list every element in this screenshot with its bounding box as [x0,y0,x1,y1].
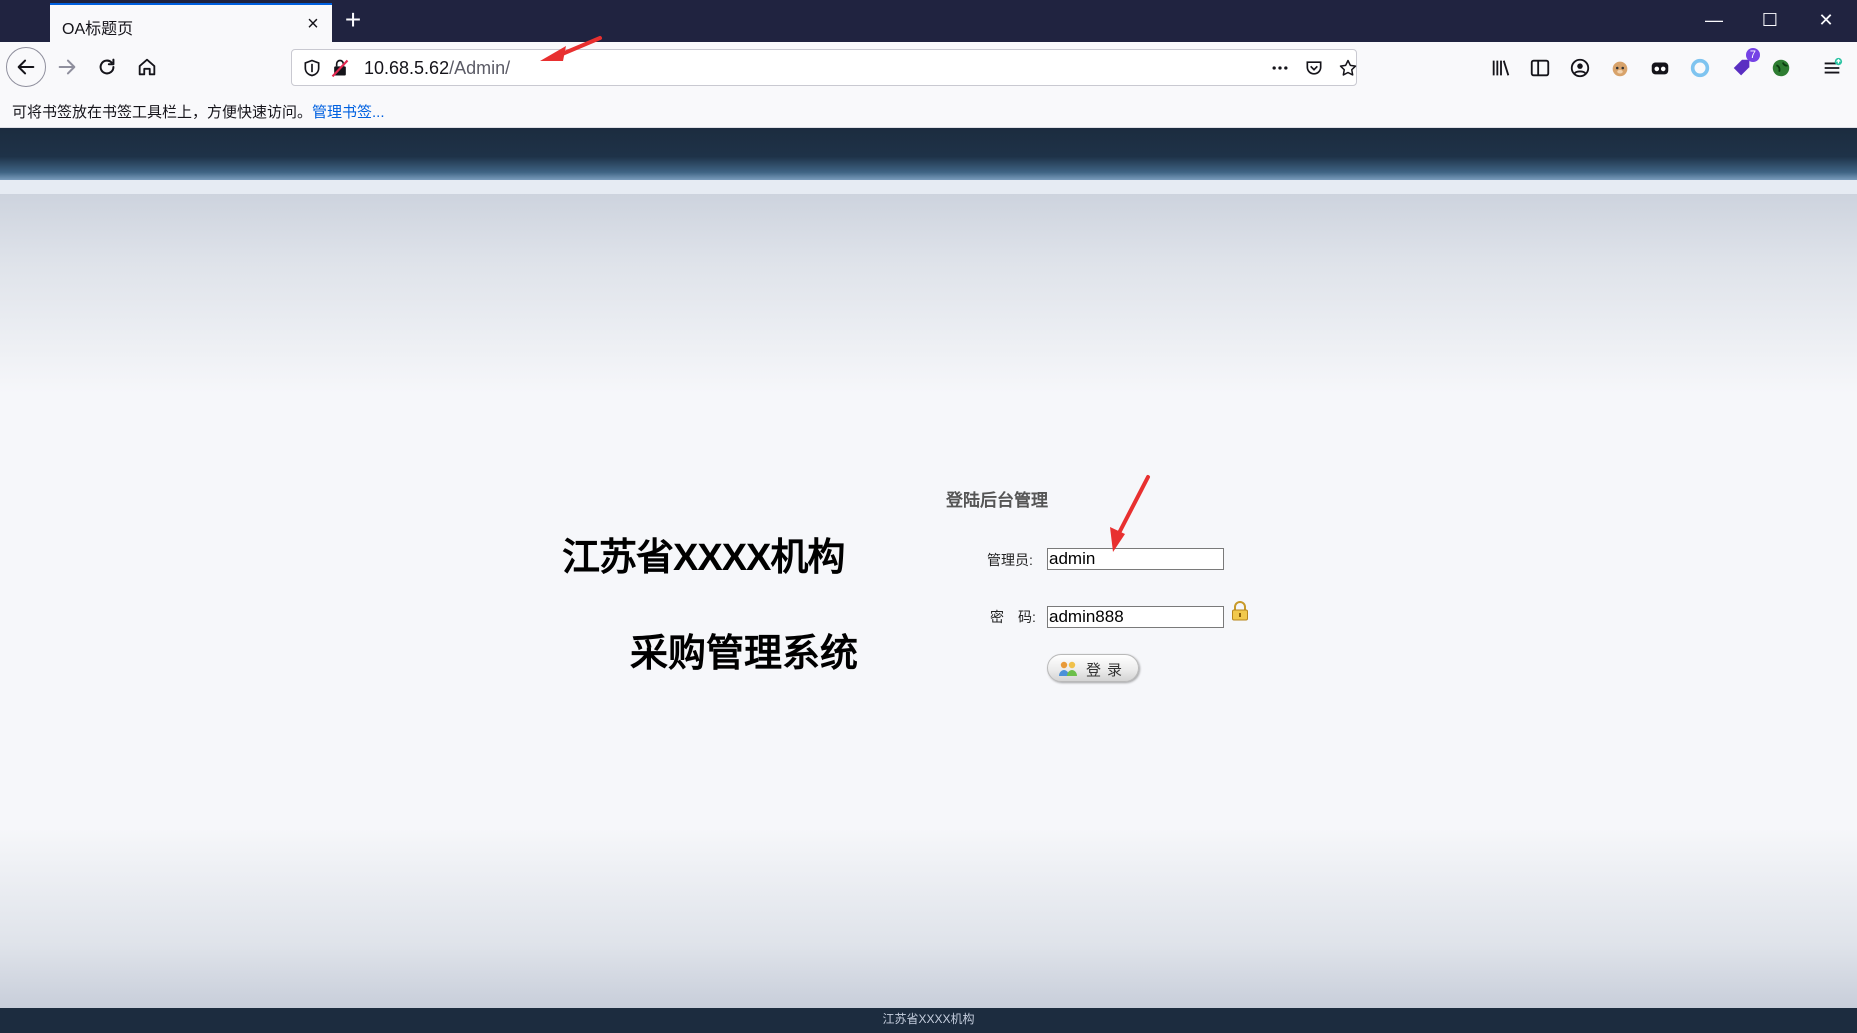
system-title-org: 江苏省XXXX机构 [562,537,845,579]
admin-username-input[interactable] [1047,548,1224,570]
system-title-name: 采购管理系统 [630,633,859,675]
browser-tab[interactable]: OA标题页 × [50,3,332,42]
login-button[interactable]: 登录 [1047,654,1139,682]
reload-button[interactable] [90,50,124,84]
sidebar-icon[interactable] [1526,54,1554,82]
bookmarks-hint: 可将书签放在书签工具栏上，方便快速访问。管理书签... [12,101,385,122]
page-actions-icon[interactable] [1268,56,1292,80]
minimize-button[interactable]: — [1686,0,1742,42]
reload-icon [99,58,115,75]
tab-title: OA标题页 [62,21,134,38]
extension-globe-icon[interactable] [1767,54,1795,82]
home-icon [138,58,156,76]
users-icon [1059,661,1077,676]
forward-arrow-icon [58,59,76,75]
page-bottom-gradient [0,828,1857,1008]
maximize-button[interactable]: ☐ [1742,0,1798,42]
extension-ring-icon[interactable] [1686,54,1714,82]
extension-tag-icon[interactable]: 7 [1728,48,1760,82]
url-bar[interactable]: 10.68.5.62/Admin/ [291,49,1357,86]
url-host: 10.68.5.62 [364,58,450,78]
library-icon[interactable] [1487,54,1515,82]
url-path: /Admin/ [449,58,511,78]
extension-badge: 7 [1745,48,1760,62]
password-label: 密 码: [990,609,1036,625]
page-header-band [0,128,1857,180]
admin-label: 管理员: [987,552,1033,568]
forward-button[interactable] [50,50,84,84]
page-header-strip [0,180,1857,194]
page-footer: 江苏省XXXX机构 [0,1008,1857,1033]
home-button[interactable] [130,50,164,84]
tracking-shield-icon[interactable] [300,56,324,80]
pocket-icon[interactable] [1302,56,1326,80]
web-page: 江苏省XXXX机构 采购管理系统 登陆后台管理 管理员: 密 码: 登录 江苏省… [0,128,1857,1033]
extension-monkey-icon[interactable] [1606,54,1634,82]
login-button-label: 登录 [1086,662,1129,679]
new-tab-button[interactable]: + [338,6,368,36]
extension-mask-icon[interactable] [1646,54,1674,82]
back-button[interactable] [6,47,46,87]
bookmarks-toolbar: 可将书签放在书签工具栏上，方便快速访问。管理书签... [0,92,1857,128]
lock-icon [1232,601,1248,621]
navigation-bar: 10.68.5.62/Admin/ 7 [0,42,1857,92]
close-window-button[interactable]: ✕ [1798,0,1854,42]
url-text[interactable]: 10.68.5.62/Admin/ [364,58,510,79]
page-top-gradient [0,194,1857,394]
insecure-lock-icon[interactable] [328,56,352,80]
close-tab-icon[interactable]: × [302,14,324,36]
back-arrow-icon [17,59,35,75]
bookmark-star-icon[interactable] [1336,56,1360,80]
bookmarks-hint-text: 可将书签放在书签工具栏上，方便快速访问。 [12,104,313,121]
account-icon[interactable] [1566,54,1594,82]
password-input[interactable] [1047,606,1224,628]
title-bar: OA标题页 × + — ☐ ✕ [0,0,1857,42]
manage-bookmarks-link[interactable]: 管理书签... [312,104,385,121]
app-menu-icon[interactable] [1818,54,1846,82]
login-heading: 登陆后台管理 [946,491,1048,510]
